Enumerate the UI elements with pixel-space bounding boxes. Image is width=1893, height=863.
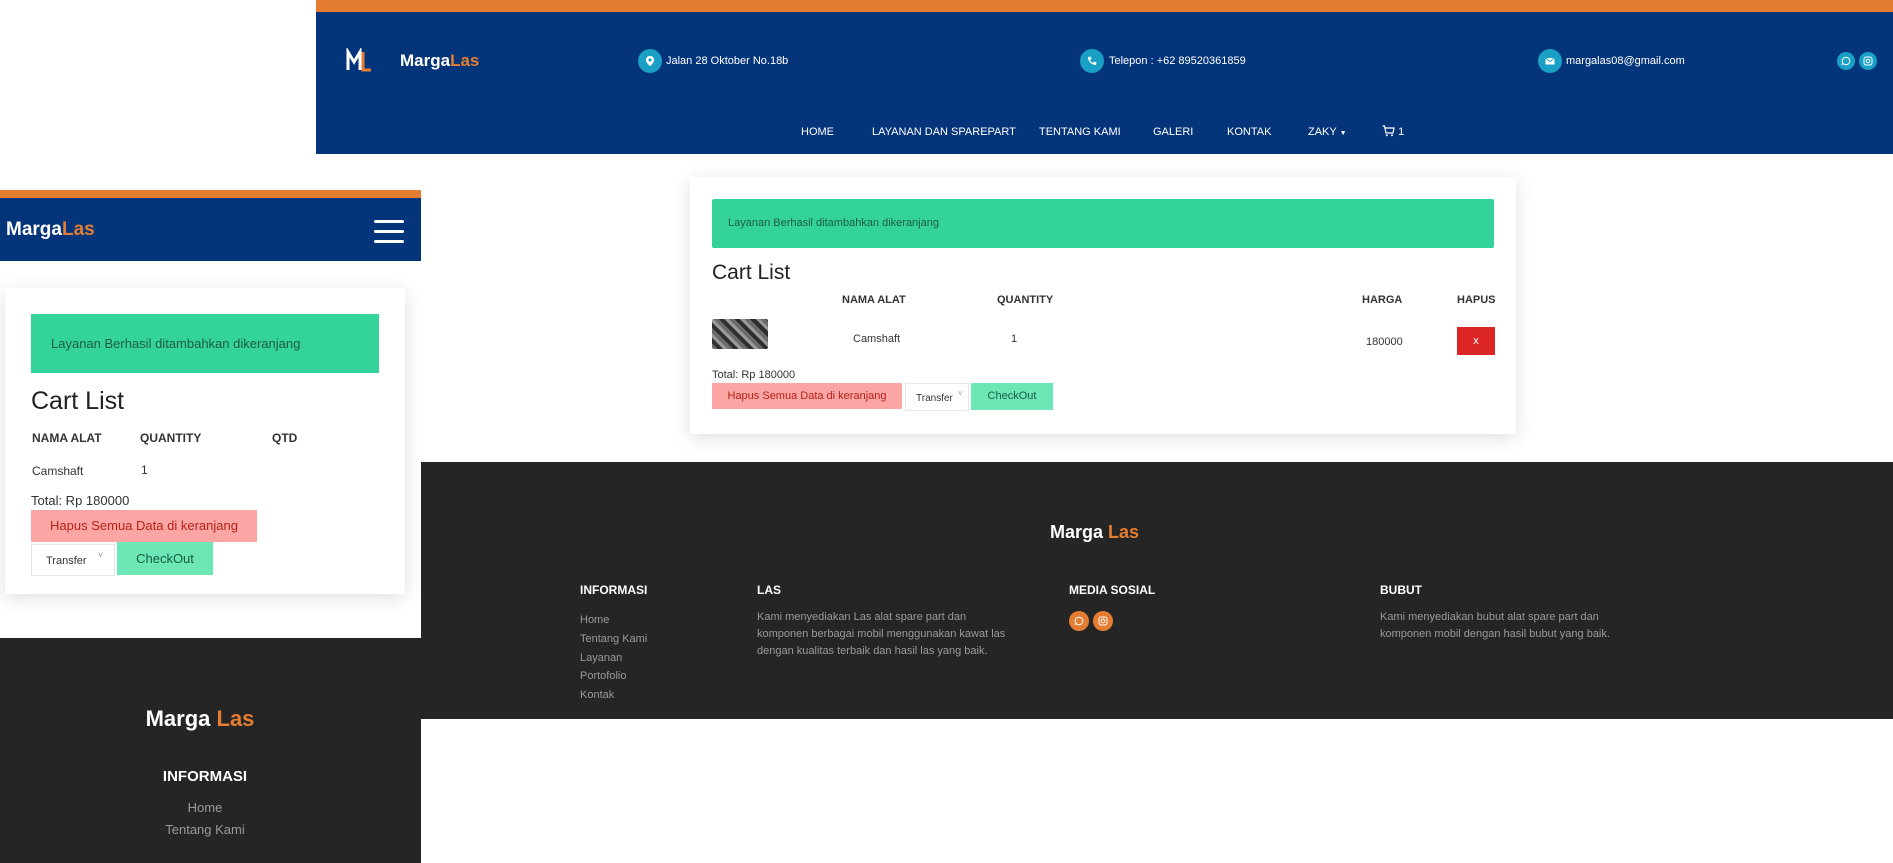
footer-whatsapp-icon[interactable] — [1069, 611, 1089, 631]
mobile-footer-informasi-title: INFORMASI — [162, 768, 248, 785]
desktop-view: MargaLas Jalan 28 Oktober No.18b Telepon… — [316, 0, 1893, 863]
row-quantity: 1 — [1011, 333, 1018, 345]
mobile-header: MargaLas — [0, 190, 421, 261]
mobile-col-quantity: QUANTITY — [140, 431, 202, 445]
success-alert: Layanan Berhasil ditambahkan dikeranjang — [712, 199, 1494, 248]
mobile-cart-card: Layanan Berhasil ditambahkan dikeranjang… — [5, 288, 405, 594]
footer-link-tentang-kami[interactable]: Tentang Kami — [580, 633, 647, 645]
phone-text: Telepon : +62 89520361859 — [1109, 55, 1246, 67]
nav-layanan[interactable]: LAYANAN DAN SPAREPART — [872, 126, 1016, 138]
mobile-checkout-button[interactable]: CheckOut — [117, 542, 213, 575]
header-accent-bar — [316, 0, 1893, 12]
mobile-clear-cart-button[interactable]: Hapus Semua Data di keranjang — [31, 510, 257, 542]
mobile-footer-link-tentang-kami[interactable]: Tentang Kami — [0, 822, 410, 837]
cart-count: 1 — [1398, 126, 1405, 138]
cart-card: Layanan Berhasil ditambahkan dikeranjang… — [690, 177, 1516, 434]
mobile-brand-marga: Marga — [6, 219, 62, 240]
whatsapp-icon[interactable] — [1837, 52, 1855, 70]
mobile-brand-las: Las — [61, 219, 95, 240]
nav-home[interactable]: HOME — [801, 126, 834, 138]
mobile-row-quantity: 1 — [141, 463, 148, 477]
mobile-col-qtd: QTD — [272, 431, 298, 445]
mobile-header-accent-bar — [0, 190, 421, 198]
desktop-footer: Marga Las INFORMASI Home Tentang Kami La… — [316, 462, 1893, 719]
footer-bubut-title: BUBUT — [1380, 583, 1422, 597]
desktop-header: MargaLas Jalan 28 Oktober No.18b Telepon… — [316, 0, 1893, 154]
delete-item-button[interactable]: x — [1457, 327, 1495, 355]
mobile-footer-brand: Marga Las — [0, 706, 400, 732]
footer-media-title: MEDIA SOSIAL — [1069, 583, 1156, 597]
footer-brand-marga: Marga — [1050, 522, 1104, 542]
cart-title: Cart List — [712, 261, 791, 284]
checkout-button[interactable]: CheckOut — [971, 383, 1053, 410]
phone-icon — [1080, 49, 1104, 73]
footer-brand-las: Las — [1108, 522, 1140, 542]
row-harga: 180000 — [1366, 336, 1403, 348]
footer-las-title: LAS — [757, 583, 781, 597]
footer-link-kontak[interactable]: Kontak — [580, 689, 614, 701]
mobile-brand-name[interactable]: MargaLas — [6, 219, 95, 241]
row-nama: Camshaft — [853, 333, 901, 345]
brand-las: Las — [450, 51, 480, 70]
col-hapus: HAPUS — [1457, 294, 1496, 306]
footer-informasi-title: INFORMASI — [580, 583, 648, 597]
mobile-cart-title: Cart List — [31, 387, 125, 415]
nav-cart[interactable]: 1 — [1382, 125, 1404, 138]
cart-icon — [1382, 125, 1395, 137]
map-pin-icon — [638, 49, 662, 73]
mobile-col-nama-alat: NAMA ALAT — [32, 431, 102, 445]
logo-icon[interactable] — [346, 46, 372, 74]
footer-instagram-icon[interactable] — [1093, 611, 1113, 631]
nav-galeri[interactable]: GALERI — [1153, 126, 1193, 138]
clear-cart-button[interactable]: Hapus Semua Data di keranjang — [712, 383, 902, 409]
payment-select[interactable]: Transfer ˅ — [905, 383, 969, 411]
mobile-cart-total: Total: Rp 180000 — [31, 493, 130, 508]
payment-selected-value: Transfer — [916, 393, 953, 404]
address-text: Jalan 28 Oktober No.18b — [666, 55, 789, 67]
caret-down-icon: ▼ — [1339, 130, 1347, 137]
mobile-view: MargaLas Layanan Berhasil ditambahkan di… — [0, 190, 421, 863]
cart-total: Total: Rp 180000 — [712, 369, 796, 381]
nav-kontak[interactable]: KONTAK — [1227, 126, 1271, 138]
footer-bubut-text: Kami menyediakan bubut alat spare part d… — [1380, 611, 1610, 640]
footer-link-layanan[interactable]: Layanan — [580, 652, 622, 664]
hamburger-icon[interactable] — [374, 220, 404, 250]
mobile-payment-selected-value: Transfer — [46, 555, 87, 567]
nav-user-dropdown[interactable]: ZAKY ▼ — [1308, 126, 1347, 138]
footer-link-home[interactable]: Home — [580, 614, 609, 626]
footer-las-text: Kami menyediakan Las alat spare part dan… — [757, 611, 1006, 657]
mobile-footer-link-home[interactable]: Home — [0, 800, 410, 815]
chevron-down-icon: ˅ — [958, 389, 963, 398]
mobile-success-alert: Layanan Berhasil ditambahkan dikeranjang — [31, 314, 379, 373]
mobile-footer-brand-marga: Marga — [145, 706, 211, 731]
instagram-icon[interactable] — [1859, 52, 1877, 70]
product-thumbnail — [712, 319, 768, 349]
mobile-chevron-down-icon: ˅ — [98, 550, 104, 560]
mobile-footer-brand-las: Las — [216, 706, 255, 731]
email-text: margalas08@gmail.com — [1566, 55, 1685, 67]
nav-user-label: ZAKY — [1308, 126, 1337, 138]
footer-brand: Marga Las — [1050, 522, 1139, 543]
footer-link-portofolio[interactable]: Portofolio — [580, 670, 626, 682]
col-quantity: QUANTITY — [997, 294, 1054, 306]
col-nama-alat: NAMA ALAT — [842, 294, 906, 306]
nav-tentang-kami[interactable]: TENTANG KAMI — [1039, 126, 1121, 138]
mobile-payment-select[interactable]: Transfer ˅ — [31, 544, 115, 576]
mobile-footer: Marga Las INFORMASI Home Tentang Kami — [0, 638, 421, 863]
mail-icon — [1538, 49, 1562, 73]
brand-name[interactable]: MargaLas — [400, 51, 479, 71]
col-harga: HARGA — [1362, 294, 1403, 306]
mobile-row-nama: Camshaft — [32, 464, 84, 478]
brand-marga: Marga — [400, 51, 451, 70]
